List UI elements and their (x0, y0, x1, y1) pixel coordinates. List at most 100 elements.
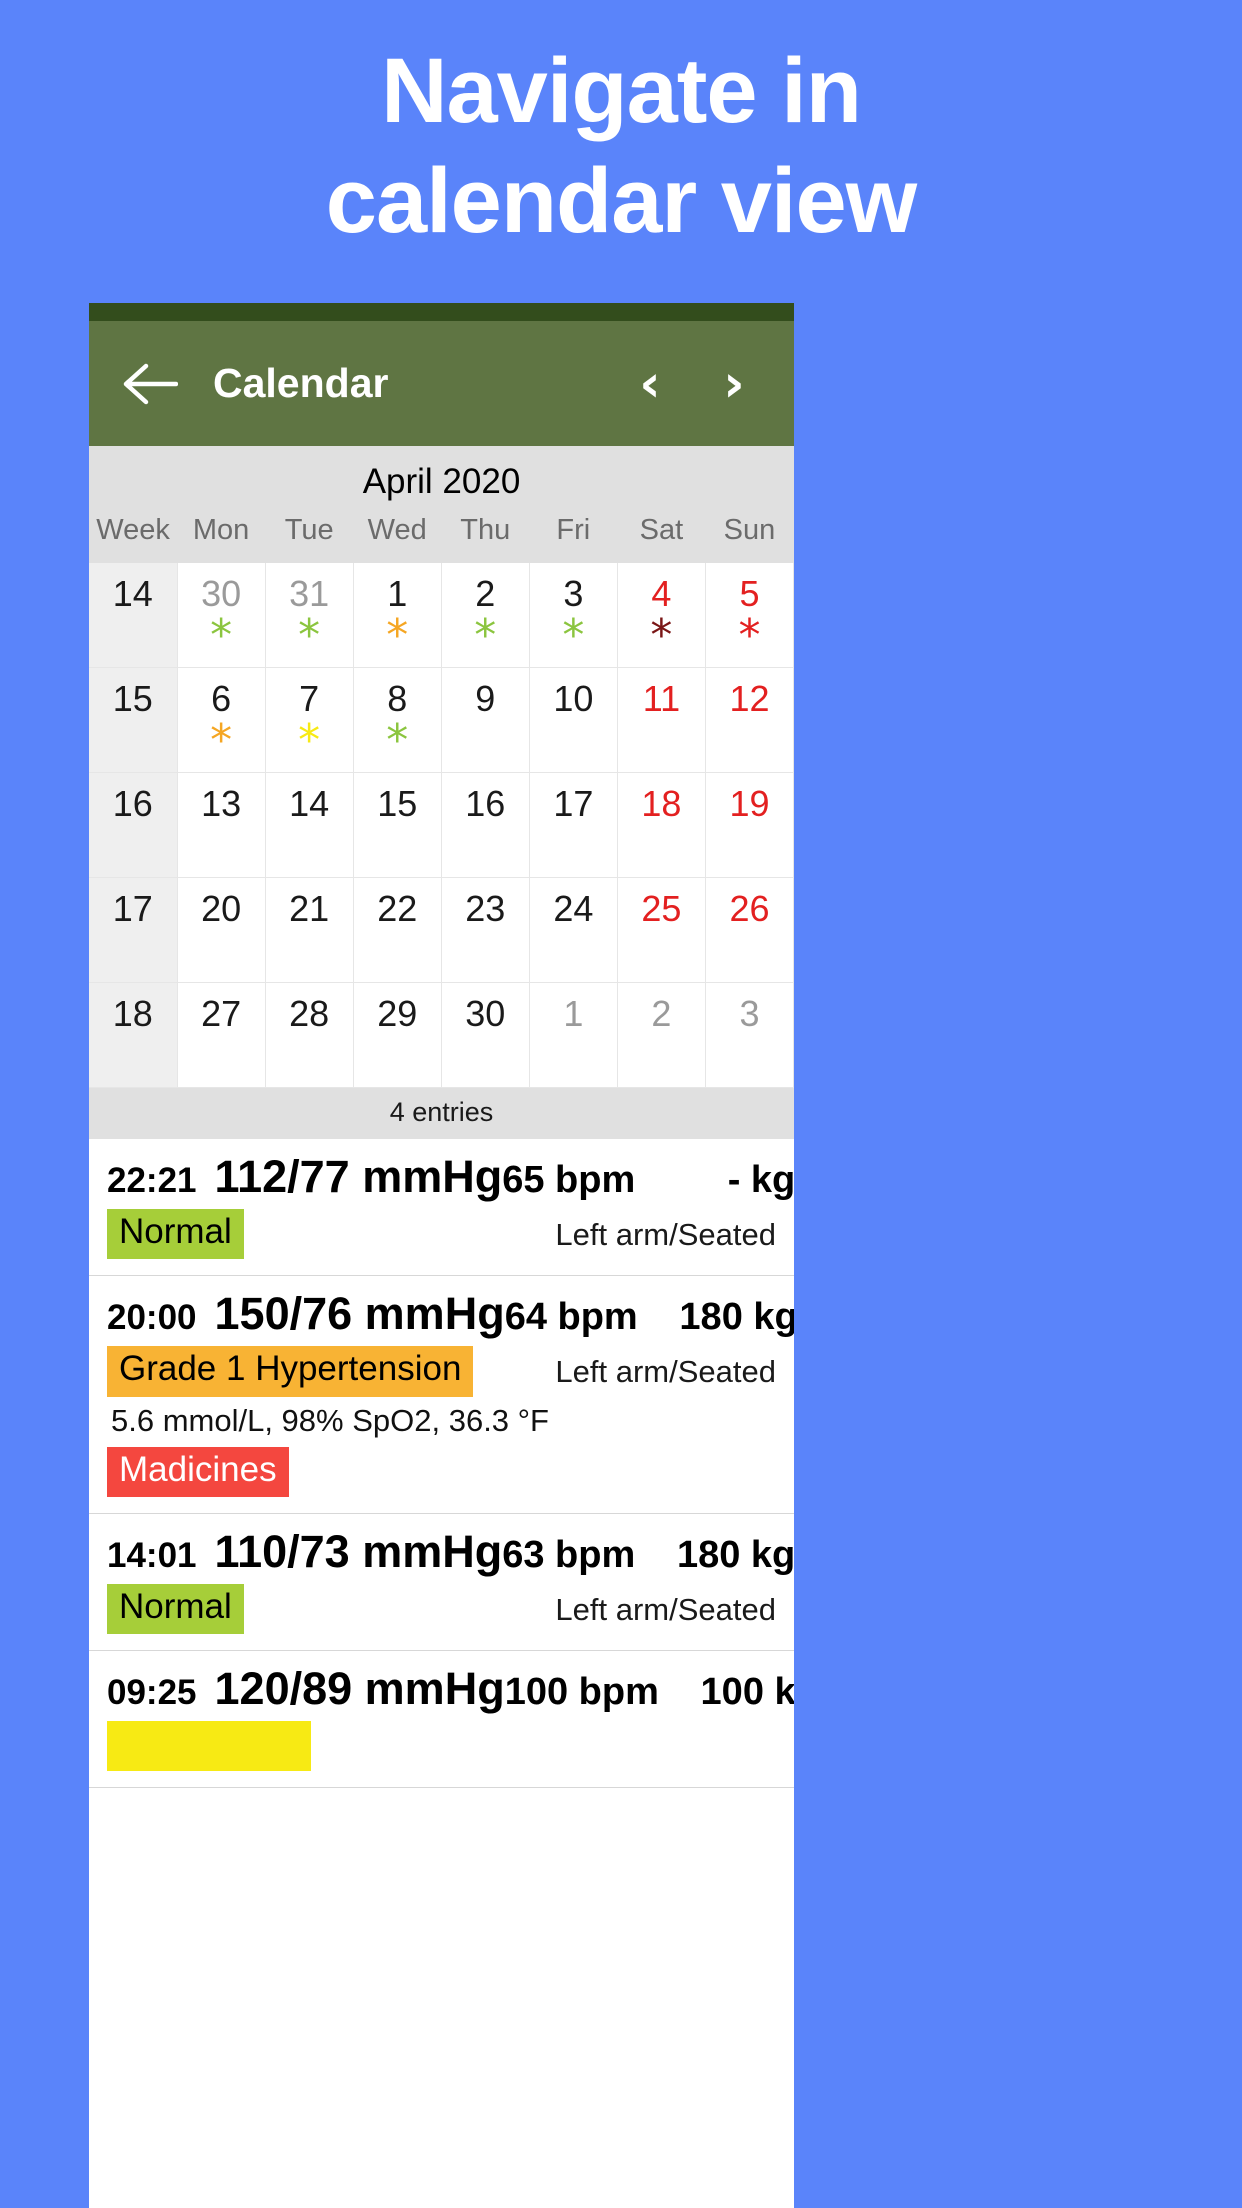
entry-primary-line: 14:01 110/73 mmHg 63 bpm 180 kg (107, 1525, 794, 1578)
calendar-week-row: 14 30 * 31 * 1 * 2 * 3 * 4 * 5 * (89, 563, 794, 668)
entry-tag-badge: Madicines (107, 1446, 289, 1497)
calendar-day-cell[interactable]: 26 (705, 877, 794, 983)
calendar-day-cell[interactable]: 25 (617, 877, 706, 983)
calendar-day-number: 3 (563, 573, 584, 614)
entry-tag-row: Madicines (107, 1446, 776, 1497)
entry-primary-line: 09:25 120/89 mmHg100 bpm 100 kg (107, 1663, 794, 1715)
entry-weight: 100 kg (700, 1671, 794, 1713)
calendar-week-row: 16 13 14 15 16 17 18 19 (89, 772, 794, 878)
entry-time: 20:00 (107, 1298, 197, 1338)
arrow-left-icon[interactable] (121, 355, 179, 413)
calendar-day-cell[interactable]: 31 * (265, 563, 354, 668)
entry-secondary-line: Normal Left arm/Seated (107, 1583, 776, 1634)
day-entry-marker-icon: * (298, 715, 321, 766)
calendar-day-cell[interactable]: 8 * (353, 667, 442, 773)
entry-badge-stack (107, 1721, 311, 1772)
month-label: April 2020 (89, 446, 794, 514)
calendar-day-cell[interactable]: 14 (265, 772, 354, 878)
calendar-day-cell[interactable]: 30 * (177, 563, 266, 668)
calendar-day-cell[interactable]: 2 * (441, 563, 530, 668)
entry-primary-line: 20:00 150/76 mmHg 64 bpm 180 kg (107, 1288, 794, 1340)
calendar-day-number: 19 (729, 783, 770, 824)
calendar-day-cell[interactable]: 19 (705, 772, 794, 878)
calendar-day-cell[interactable]: 30 (441, 982, 530, 1088)
calendar-day-number: 30 (201, 573, 242, 614)
entry-badge-stack: Normal (107, 1209, 244, 1260)
calendar-day-cell[interactable]: 6 * (177, 667, 266, 773)
calendar-week-row: 17 20 21 22 23 24 25 26 (89, 877, 794, 983)
calendar-day-number: 20 (201, 888, 242, 929)
calendar-day-cell[interactable]: 28 (265, 982, 354, 1088)
calendar-day-cell[interactable]: 12 (705, 667, 794, 773)
entry-row[interactable]: 09:25 120/89 mmHg100 bpm 100 kg (89, 1651, 794, 1789)
entry-secondary-line (107, 1721, 776, 1772)
chevron-left-icon[interactable]: ‹ (630, 358, 670, 410)
calendar-day-number: 3 (739, 993, 760, 1034)
entry-pulse: 63 bpm (502, 1533, 636, 1576)
calendar-day-number: 14 (289, 783, 330, 824)
calendar-day-number: 8 (387, 678, 408, 719)
calendar-col-fri: Fri (529, 514, 618, 563)
day-entry-marker-icon: * (386, 610, 409, 661)
calendar-day-cell[interactable]: 13 (177, 772, 266, 878)
entry-row[interactable]: 22:21 112/77 mmHg 65 bpm - kg Normal Left arm… (89, 1139, 794, 1277)
calendar-day-cell[interactable]: 23 (441, 877, 530, 983)
calendar-grid[interactable]: Week Mon Tue Wed Thu Fri Sat Sun 14 30 * 31 * 1 * 2 * 3 *… (89, 514, 794, 1088)
calendar-day-cell[interactable]: 21 (265, 877, 354, 983)
calendar-day-cell[interactable]: 4 * (617, 563, 706, 668)
entry-time: 14:01 (107, 1535, 197, 1575)
promo-headline: Navigate in calendar view (0, 36, 1242, 257)
calendar-day-number: 16 (465, 783, 506, 824)
calendar-day-number: 24 (553, 888, 594, 929)
calendar-day-cell[interactable]: 16 (441, 772, 530, 878)
calendar-col-wed: Wed (353, 514, 442, 563)
calendar-week-row: 15 6 * 7 * 8 * 9 10 11 12 (89, 667, 794, 773)
calendar-day-number: 6 (211, 678, 232, 719)
calendar-day-cell[interactable]: 7 * (265, 667, 354, 773)
calendar-day-cell[interactable]: 22 (353, 877, 442, 983)
entry-blood-pressure: 120/89 mmHg (214, 1663, 505, 1714)
calendar-day-number: 4 (651, 573, 672, 614)
calendar-day-number: 2 (475, 573, 496, 614)
calendar-day-number: 18 (641, 783, 682, 824)
week-number: 18 (89, 982, 178, 1088)
calendar-day-cell[interactable]: 3 (705, 982, 794, 1088)
entry-row[interactable]: 20:00 150/76 mmHg 64 bpm 180 kg Grade 1 Hype… (89, 1276, 794, 1514)
calendar-day-number: 15 (377, 783, 418, 824)
week-number: 15 (89, 667, 178, 773)
day-entry-marker-icon: * (210, 715, 233, 766)
calendar-day-number: 13 (201, 783, 242, 824)
entry-blood-pressure: 110/73 mmHg (214, 1525, 503, 1577)
entry-measurement-position: Left arm/Seated (555, 1591, 776, 1627)
calendar-day-cell[interactable]: 24 (529, 877, 618, 983)
calendar-day-cell[interactable]: 3 * (529, 563, 618, 668)
entry-primary-line: 22:21 112/77 mmHg 65 bpm - kg (107, 1151, 794, 1203)
entry-blood-pressure: 150/76 mmHg (214, 1288, 505, 1340)
calendar-day-cell[interactable]: 29 (353, 982, 442, 1088)
chevron-right-icon[interactable]: › (714, 358, 754, 410)
calendar-day-number: 30 (465, 993, 506, 1034)
calendar-day-number: 17 (553, 783, 594, 824)
calendar-day-number: 11 (642, 678, 681, 719)
promo-headline-line1: Navigate in (381, 40, 862, 142)
week-number: 17 (89, 877, 178, 983)
entry-pulse: 65 bpm (502, 1159, 636, 1201)
calendar-day-cell[interactable]: 18 (617, 772, 706, 878)
calendar-day-cell[interactable]: 15 (353, 772, 442, 878)
calendar-day-cell[interactable]: 27 (177, 982, 266, 1088)
entry-row[interactable]: 14:01 110/73 mmHg 63 bpm 180 kg Normal Left a… (89, 1513, 794, 1651)
calendar-day-cell[interactable]: 5 * (705, 563, 794, 668)
calendar-day-cell[interactable]: 20 (177, 877, 266, 983)
calendar-day-cell[interactable]: 1 * (353, 563, 442, 668)
calendar-day-cell[interactable]: 2 (617, 982, 706, 1088)
calendar-day-cell[interactable]: 9 (441, 667, 530, 773)
calendar-day-cell[interactable]: 17 (529, 772, 618, 878)
phone-screenshot: Calendar ‹ › April 2020 Week Mon Tue Wed Thu… (89, 303, 794, 2208)
calendar-day-cell[interactable]: 1 (529, 982, 618, 1088)
calendar-day-number: 31 (289, 573, 330, 614)
calendar-day-number: 29 (377, 993, 418, 1034)
calendar-day-cell[interactable]: 10 (529, 667, 618, 773)
calendar-day-cell[interactable]: 11 (617, 667, 706, 773)
app-bar: Calendar ‹ › (89, 321, 794, 446)
entry-weight: 180 kg (679, 1296, 794, 1339)
